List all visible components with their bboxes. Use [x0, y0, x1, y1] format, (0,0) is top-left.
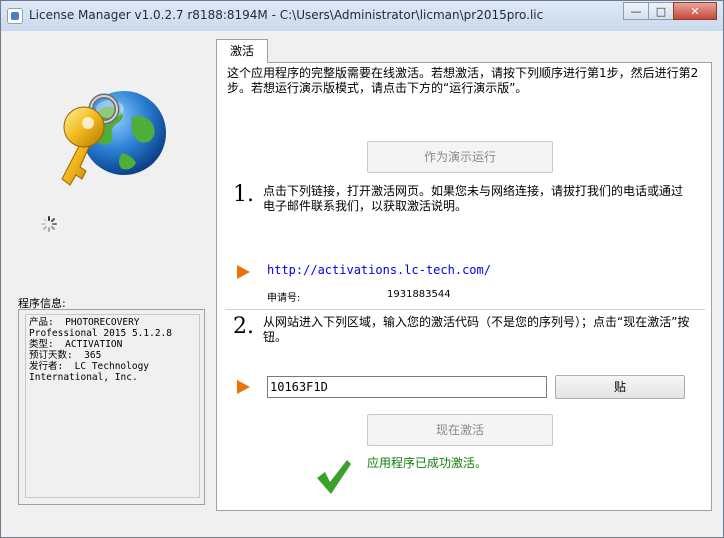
app-icon: [7, 8, 23, 24]
intro-text: 这个应用程序的完整版需要在线激活。若想激活，请按下列顺序进行第1步，然后进行第2…: [227, 66, 699, 95]
activation-code-input[interactable]: 10163F1D: [267, 376, 547, 398]
title-bar[interactable]: License Manager v1.0.2.7 r8188:8194M - C…: [1, 1, 723, 31]
window-controls: — □ ✕: [623, 2, 717, 20]
maximize-icon: □: [655, 4, 667, 18]
success-message: 应用程序已成功激活。: [367, 456, 488, 470]
run-demo-button[interactable]: 作为演示运行: [367, 141, 553, 173]
request-number-value: 1931883544: [387, 289, 451, 300]
close-icon: ✕: [690, 4, 700, 18]
loading-spinner-icon: [41, 216, 57, 232]
left-panel: 程序信息: 产品: PHOTORECOVERY Professional 201…: [8, 31, 212, 531]
step1-number: 1.: [233, 182, 254, 207]
request-number-label: 申请号:: [267, 293, 301, 304]
activation-link[interactable]: http://activations.lc-tech.com/: [267, 263, 491, 277]
step1-text: 点击下列链接，打开激活网页。如果您未与网络连接，请拔打我们的电话或通过电子邮件联…: [263, 184, 684, 213]
minimize-icon: —: [630, 4, 642, 18]
program-info-box: 产品: PHOTORECOVERY Professional 2015 5.1.…: [18, 309, 205, 505]
window-title: License Manager v1.0.2.7 r8188:8194M - C…: [29, 8, 544, 22]
step2-arrow-icon: [237, 380, 250, 394]
maximize-button[interactable]: □: [648, 2, 674, 20]
step-divider: [225, 309, 705, 310]
paste-button[interactable]: 贴: [555, 375, 685, 399]
license-manager-window: License Manager v1.0.2.7 r8188:8194M - C…: [0, 0, 724, 538]
close-button[interactable]: ✕: [673, 2, 717, 20]
minimize-button[interactable]: —: [623, 2, 649, 20]
checkmark-icon: [317, 460, 351, 494]
key-globe-icon: [61, 91, 166, 186]
activate-now-button[interactable]: 现在激活: [367, 414, 553, 446]
tab-activation[interactable]: 激活: [216, 39, 268, 63]
activation-panel: 这个应用程序的完整版需要在线激活。若想激活，请按下列顺序进行第1步，然后进行第2…: [216, 62, 712, 511]
client-area: 程序信息: 产品: PHOTORECOVERY Professional 201…: [8, 31, 716, 531]
step1-arrow-icon: [237, 265, 250, 279]
step2-text: 从网站进入下列区域，输入您的激活代码（不是您的序列号）；点击“现在激活”按钮。: [263, 315, 690, 344]
program-info-text[interactable]: 产品: PHOTORECOVERY Professional 2015 5.1.…: [25, 314, 200, 498]
step2-number: 2.: [233, 314, 254, 339]
